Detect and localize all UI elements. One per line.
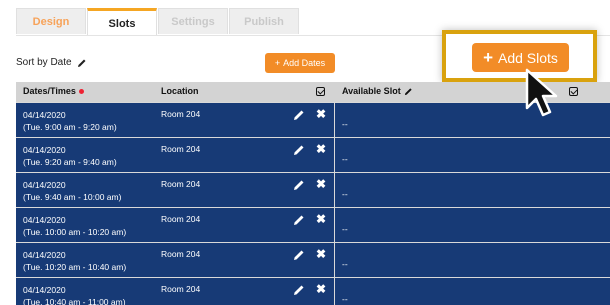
tab-bar: Design Slots Settings Publish: [16, 8, 300, 36]
table-row: 04/14/2020 (Tue. 9:00 am - 9:20 am) Room…: [16, 102, 610, 137]
location-cell: Room 204: [161, 214, 201, 224]
location-cell: Room 204: [161, 179, 201, 189]
tab-publish[interactable]: Publish: [229, 8, 299, 34]
edit-icon[interactable]: [293, 179, 305, 191]
table-row: 04/14/2020 (Tue. 9:40 am - 10:00 am) Roo…: [16, 172, 610, 207]
location-cell: Room 204: [161, 109, 201, 119]
pencil-icon[interactable]: [404, 87, 413, 96]
sort-by-date[interactable]: Sort by Date: [16, 57, 87, 68]
edit-icon[interactable]: [293, 249, 305, 261]
delete-icon[interactable]: ✖: [316, 213, 326, 226]
available-cell: --: [342, 154, 348, 164]
date-cell: 04/14/2020 (Tue. 9:00 am - 9:20 am): [23, 110, 117, 132]
add-dates-label: Add Dates: [283, 58, 326, 68]
edit-icon[interactable]: [293, 109, 305, 121]
header-dates-times[interactable]: Dates/Times: [23, 86, 84, 96]
table-row: 04/14/2020 (Tue. 10:00 am - 10:20 am) Ro…: [16, 207, 610, 242]
select-all-checkbox-icon[interactable]: [569, 87, 578, 96]
available-cell: --: [342, 294, 348, 304]
table-header: Dates/Times Location Available Slot: [16, 82, 610, 102]
header-available-slot: Available Slot: [342, 86, 413, 96]
delete-icon[interactable]: ✖: [316, 248, 326, 261]
date-cell: 04/14/2020 (Tue. 10:00 am - 10:20 am): [23, 215, 127, 237]
available-cell: --: [342, 119, 348, 129]
select-all-checkbox-icon[interactable]: [316, 87, 325, 96]
pencil-icon[interactable]: [77, 58, 87, 68]
sort-indicator-icon: [78, 88, 84, 94]
delete-icon[interactable]: ✖: [316, 108, 326, 121]
date-cell: 04/14/2020 (Tue. 9:40 am - 10:00 am): [23, 180, 122, 202]
table-row: 04/14/2020 (Tue. 10:20 am - 10:40 am) Ro…: [16, 242, 610, 277]
tab-design[interactable]: Design: [16, 8, 86, 34]
location-cell: Room 204: [161, 249, 201, 259]
tab-settings[interactable]: Settings: [158, 8, 228, 34]
table-row: 04/14/2020 (Tue. 9:20 am - 9:40 am) Room…: [16, 137, 610, 172]
edit-icon[interactable]: [293, 214, 305, 226]
edit-icon[interactable]: [293, 284, 305, 296]
sort-label: Sort by Date: [16, 57, 72, 68]
header-location: Location: [161, 86, 199, 96]
table-row: 04/14/2020 (Tue. 10:40 am - 11:00 am) Ro…: [16, 277, 610, 305]
add-dates-button[interactable]: + Add Dates: [265, 53, 335, 73]
available-cell: --: [342, 224, 348, 234]
date-cell: 04/14/2020 (Tue. 10:20 am - 10:40 am): [23, 250, 127, 272]
date-cell: 04/14/2020 (Tue. 10:40 am - 11:00 am): [23, 285, 126, 305]
delete-icon[interactable]: ✖: [316, 283, 326, 296]
location-cell: Room 204: [161, 144, 201, 154]
plus-icon: +: [483, 47, 493, 67]
delete-icon[interactable]: ✖: [316, 178, 326, 191]
slots-table: Dates/Times Location Available Slot 04/1…: [16, 82, 610, 305]
add-slots-label: Add Slots: [498, 49, 558, 66]
location-cell: Room 204: [161, 284, 201, 294]
available-cell: --: [342, 259, 348, 269]
available-cell: --: [342, 189, 348, 199]
plus-icon: +: [274, 58, 281, 68]
mouse-pointer-icon: [525, 68, 558, 117]
date-cell: 04/14/2020 (Tue. 9:20 am - 9:40 am): [23, 145, 117, 167]
delete-icon[interactable]: ✖: [316, 143, 326, 156]
tab-slots[interactable]: Slots: [87, 8, 157, 36]
edit-icon[interactable]: [293, 144, 305, 156]
